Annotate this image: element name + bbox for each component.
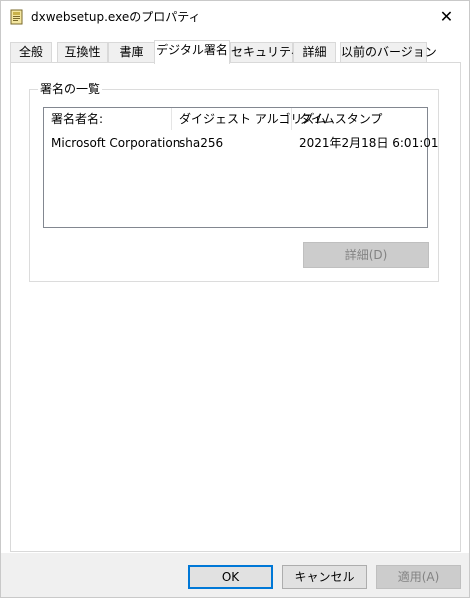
details-button[interactable]: 詳細(D): [303, 242, 429, 268]
table-row[interactable]: Microsoft Corporation sha256 2021年2月18日 …: [44, 132, 439, 154]
column-header-digest[interactable]: ダイジェスト アルゴリズム: [172, 108, 326, 130]
installer-app-icon: [9, 9, 25, 25]
column-header-signer[interactable]: 署名者名:: [44, 108, 172, 130]
tab-previous-versions[interactable]: 以前のバージョン: [340, 42, 437, 62]
tab-general[interactable]: 全般: [10, 42, 52, 62]
tab-archive[interactable]: 書庫: [108, 42, 155, 62]
timestamp-cell: 2021年2月18日 6:01:01: [299, 136, 439, 150]
close-button[interactable]: ✕: [424, 1, 469, 32]
tab-security[interactable]: セキュリティ: [230, 42, 302, 62]
tab-panel: 署名の一覧 署名者名: ダイジェスト アルゴリズム タイムスタンプ Micros…: [10, 62, 461, 552]
tab-details[interactable]: 詳細: [293, 42, 336, 62]
close-icon: ✕: [439, 7, 454, 26]
cancel-button[interactable]: キャンセル: [282, 565, 367, 589]
signature-list[interactable]: 署名者名: ダイジェスト アルゴリズム タイムスタンプ Microsoft Co…: [43, 107, 439, 228]
column-header-timestamp[interactable]: タイムスタンプ: [292, 108, 427, 130]
tab-compatibility[interactable]: 互換性: [57, 42, 108, 62]
tab-strip: 全般 互換性 書庫 デジタル署名 セキュリティ 詳細 以前のバージョン: [10, 40, 462, 64]
signature-list-group: 署名の一覧 署名者名: ダイジェスト アルゴリズム タイムスタンプ Micros…: [29, 81, 439, 282]
list-header: 署名者名: ダイジェスト アルゴリズム タイムスタンプ: [44, 108, 427, 130]
signer-name-cell: Microsoft Corporation: [51, 136, 181, 150]
title-bar[interactable]: dxwebsetup.exeのプロパティ ✕: [1, 1, 469, 33]
group-label: 署名の一覧: [38, 81, 103, 97]
properties-window: dxwebsetup.exeのプロパティ ✕ 全般 互換性 書庫 デジタル署名 …: [0, 0, 470, 598]
tab-digital-signatures[interactable]: デジタル署名: [154, 40, 230, 64]
ok-button[interactable]: OK: [188, 565, 273, 589]
window-title: dxwebsetup.exeのプロパティ: [31, 10, 201, 24]
dialog-footer: OK キャンセル 適用(A): [1, 553, 469, 597]
apply-button[interactable]: 適用(A): [376, 565, 461, 589]
digest-algorithm-cell: sha256: [179, 136, 224, 150]
